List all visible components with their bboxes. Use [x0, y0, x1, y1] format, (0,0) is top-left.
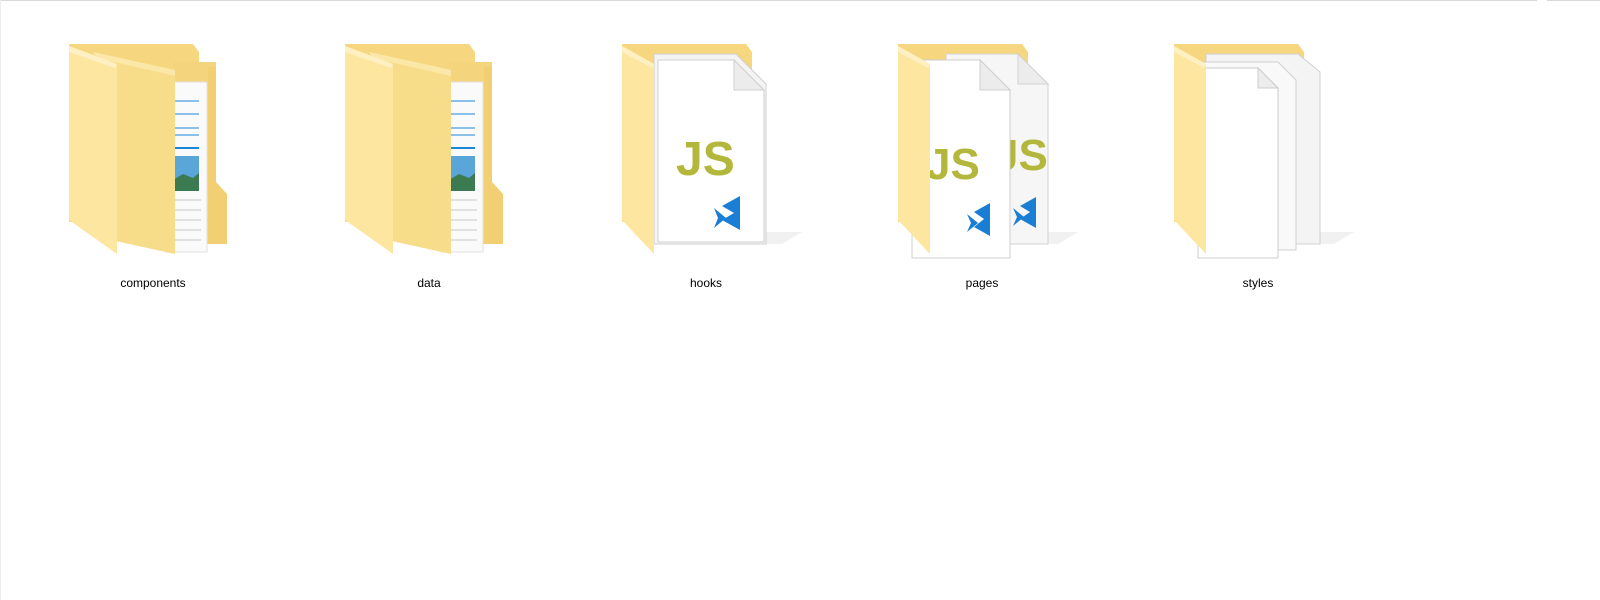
folder-item-hooks[interactable]: JS hooks: [606, 32, 806, 292]
folder-item-data[interactable]: data: [329, 32, 529, 292]
folder-documents-icon: [329, 32, 529, 272]
folder-documents-icon: [53, 32, 253, 272]
folder-label: hooks: [689, 276, 723, 290]
folder-label: data: [417, 276, 441, 290]
folder-blank-icon: [1158, 32, 1358, 272]
folder-label: styles: [1242, 276, 1274, 290]
file-explorer-window: components data JS hooks JS JS pages sty…: [0, 0, 1600, 600]
svg-text:JS: JS: [676, 133, 735, 186]
folder-item-components[interactable]: components: [53, 32, 253, 292]
file-grid: components data JS hooks JS JS pages sty…: [0, 0, 1600, 600]
folder-js-multi-icon: JS JS: [882, 32, 1082, 272]
folder-label: pages: [965, 276, 999, 290]
svg-text:JS: JS: [926, 140, 980, 189]
folder-label: components: [120, 276, 186, 290]
folder-js-icon: JS: [606, 32, 806, 272]
folder-item-styles[interactable]: styles: [1158, 32, 1358, 292]
folder-item-pages[interactable]: JS JS pages: [882, 32, 1082, 292]
